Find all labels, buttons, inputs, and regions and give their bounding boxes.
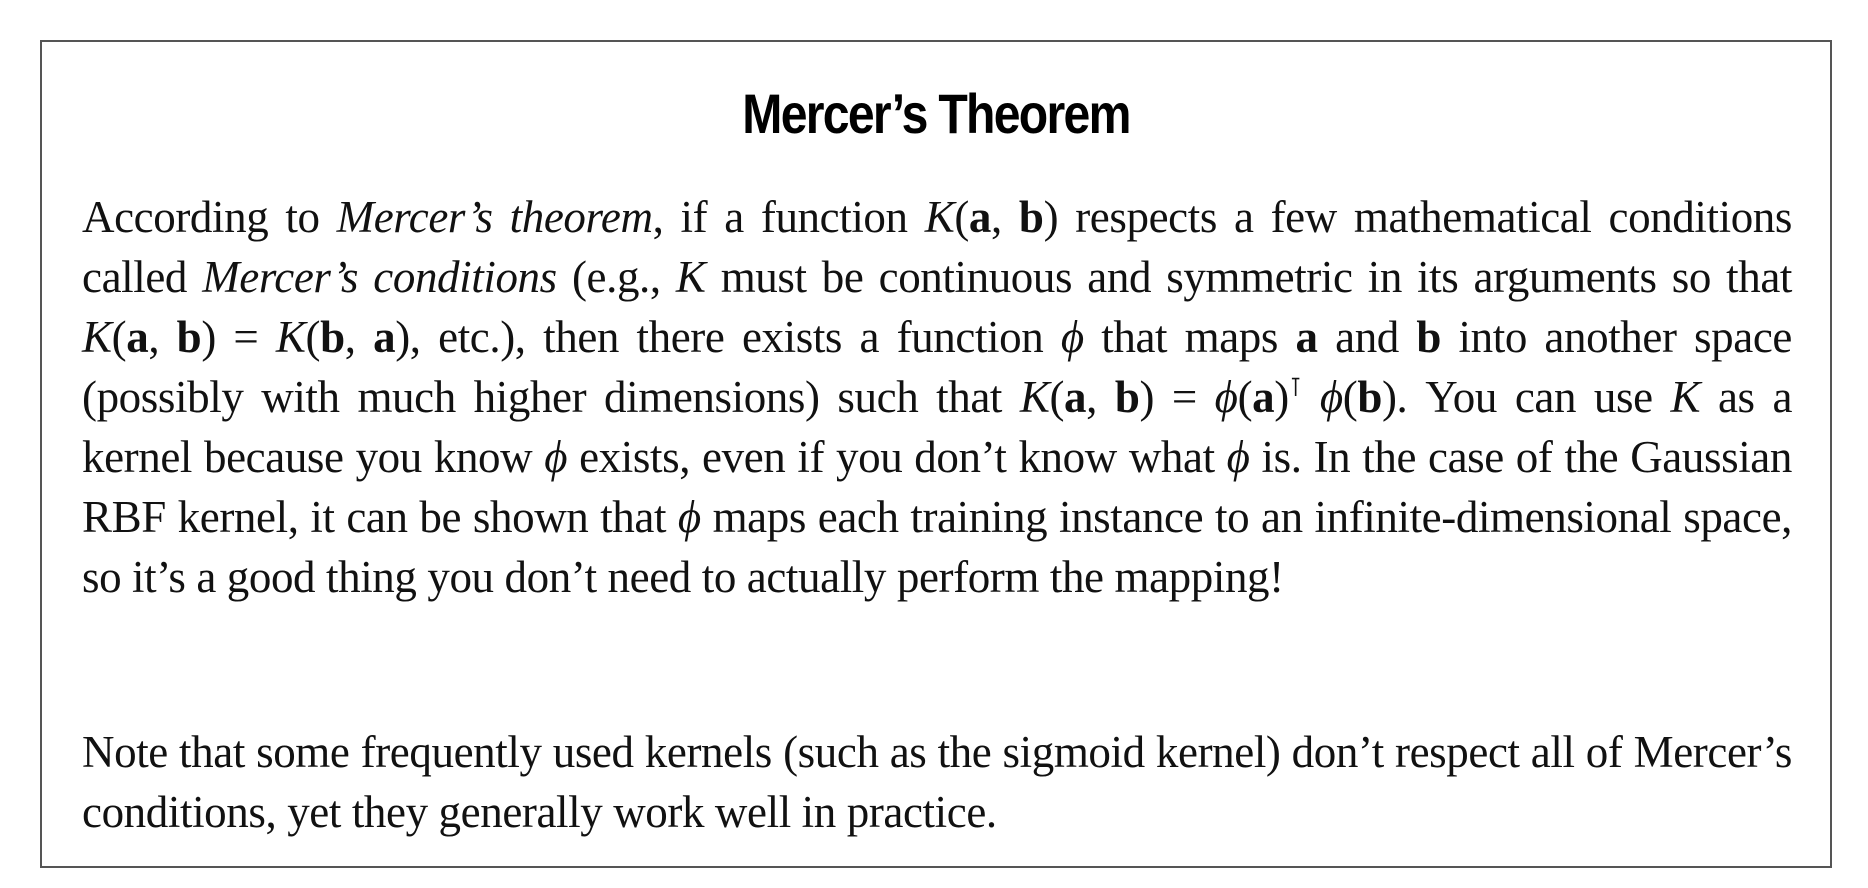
vector-b: b (176, 312, 202, 362)
vector-b: b (320, 312, 345, 362)
text-run: ) = (201, 312, 276, 362)
sidebar-box: Mercer’s Theorem According to Mercer’s t… (40, 40, 1832, 868)
text-run (1302, 372, 1320, 422)
math-symbol-k: K (675, 252, 706, 302)
sidebar-title: Mercer’s Theorem (742, 82, 1131, 145)
text-run: ( (111, 312, 127, 362)
math-symbol-k: K (275, 312, 306, 362)
vector-a: a (373, 312, 396, 362)
math-symbol-k: K (1670, 372, 1701, 422)
text-run: ( (1237, 372, 1253, 422)
vector-b: b (1114, 372, 1140, 422)
transpose-superscript: ⊺ (1288, 373, 1303, 402)
math-symbol-phi: ϕ (544, 432, 568, 482)
text-run: ) (1274, 372, 1289, 422)
term-mercers-conditions: Mercer’s conditions (202, 252, 557, 302)
math-symbol-phi: ϕ (1319, 372, 1343, 422)
vector-a: a (1064, 372, 1087, 422)
vector-b: b (1416, 312, 1442, 362)
math-symbol-phi: ϕ (1060, 312, 1084, 362)
text-run: , (1086, 372, 1115, 422)
paragraph-kernel-note: Note that some frequently used kernels (… (82, 727, 1792, 837)
math-symbol-phi: ϕ (1214, 372, 1238, 422)
paragraph-mercer-definition: According to Mercer’s theorem, if a func… (82, 187, 1792, 607)
text-run: must be continuous and symmetric in its … (705, 252, 1793, 302)
math-symbol-k: K (82, 312, 112, 362)
text-run: ). You can use (1381, 372, 1671, 422)
text-run: exists, even if you don’t know what (567, 432, 1227, 482)
text-run: that maps (1083, 312, 1296, 362)
text-run: ), etc.), then there exists a function (395, 312, 1061, 362)
term-mercers-theorem: Mercer’s theorem (336, 192, 653, 242)
math-symbol-phi: ϕ (1226, 432, 1250, 482)
text-run: ) = (1139, 372, 1215, 422)
math-symbol-k: K (924, 192, 955, 242)
vector-b: b (1357, 372, 1382, 422)
text-run: , (148, 312, 177, 362)
text-run: According to (82, 192, 337, 242)
text-run: , (344, 312, 374, 362)
vector-a: a (126, 312, 149, 362)
text-run: , if a function (652, 192, 925, 242)
math-symbol-k: K (1019, 372, 1050, 422)
text-run: ( (954, 192, 969, 242)
text-run: ( (1049, 372, 1065, 422)
vector-a: a (1252, 372, 1275, 422)
text-run: ( (305, 312, 321, 362)
text-run: ( (1342, 372, 1358, 422)
text-run: and (1317, 312, 1417, 362)
vector-b: b (1018, 192, 1044, 242)
text-run: (e.g., (556, 252, 676, 302)
text-run: , (991, 192, 1019, 242)
vector-a: a (968, 192, 992, 242)
vector-a: a (1295, 312, 1319, 362)
math-symbol-phi: ϕ (677, 492, 701, 542)
